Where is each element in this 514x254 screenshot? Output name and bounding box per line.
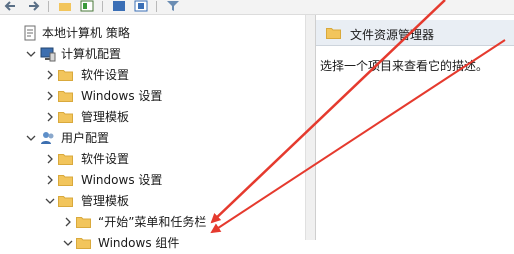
toolbar-separator	[156, 1, 157, 12]
folder-icon	[326, 28, 341, 39]
tree-label: “开始”菜单和任务栏	[98, 215, 207, 229]
forward-icon[interactable]	[26, 0, 40, 12]
tree-node-admin-templates[interactable]: 管理模板	[0, 107, 200, 128]
toolbar-separator	[102, 1, 103, 12]
chevron-right-icon[interactable]	[63, 212, 73, 233]
details-title: 文件资源管理器	[350, 28, 435, 42]
folder-icon	[58, 70, 73, 81]
tree-node-user-admin-templates[interactable]: 管理模板	[0, 191, 200, 212]
back-icon[interactable]	[4, 0, 18, 12]
pane-splitter[interactable]	[305, 15, 316, 240]
toolbar	[0, 0, 514, 15]
tree-node-windows-settings[interactable]: Windows 设置	[0, 86, 200, 107]
tree-node-software-settings[interactable]: 软件设置	[0, 65, 200, 86]
tree-node-user-config[interactable]: 用户配置	[0, 128, 200, 149]
show-hide-tree-icon[interactable]	[80, 0, 94, 12]
tree-node-computer-config[interactable]: 计算机配置	[0, 44, 200, 65]
users-icon	[41, 132, 54, 144]
chevron-right-icon[interactable]	[45, 149, 55, 170]
chevron-right-icon[interactable]	[45, 86, 55, 107]
tree-node-start-menu-taskbar[interactable]: “开始”菜单和任务栏	[0, 212, 240, 233]
console-tree: 本地计算机 策略 计算机配置 软件设置 Windows 设置 管理模板 用户配置…	[0, 15, 305, 250]
chevron-down-icon[interactable]	[45, 191, 55, 212]
tree-node-user-windows-settings[interactable]: Windows 设置	[0, 170, 200, 191]
policy-document-icon	[24, 25, 36, 41]
computer-icon	[40, 47, 56, 62]
chevron-right-icon[interactable]	[45, 107, 55, 128]
tree-label: 软件设置	[81, 152, 130, 166]
chevron-down-icon[interactable]	[63, 233, 73, 254]
tree-label: 管理模板	[81, 194, 130, 208]
chevron-right-icon[interactable]	[45, 170, 55, 191]
tree-node-windows-components[interactable]: Windows 组件	[0, 233, 240, 254]
tree-label: 管理模板	[81, 110, 130, 124]
tree-label-computer-config: 计算机配置	[61, 47, 122, 61]
details-header: 文件资源管理器	[316, 20, 514, 46]
properties-icon[interactable]	[134, 0, 148, 12]
folder-icon	[58, 154, 73, 165]
folder-open-icon	[76, 238, 91, 249]
help-icon[interactable]	[112, 0, 126, 12]
filter-icon[interactable]	[166, 0, 180, 12]
tree-node-user-software-settings[interactable]: 软件设置	[0, 149, 200, 170]
folder-icon	[58, 91, 73, 102]
details-pane: 文件资源管理器 选择一个项目来查看它的描述。	[316, 15, 514, 240]
details-description: 选择一个项目来查看它的描述。	[320, 59, 489, 73]
tree-label: Windows 设置	[81, 173, 163, 187]
chevron-down-icon[interactable]	[26, 128, 36, 149]
folder-icon	[76, 217, 91, 228]
tree-label: Windows 设置	[81, 89, 163, 103]
up-folder-icon[interactable]	[58, 0, 72, 12]
tree-label-user-config: 用户配置	[61, 131, 110, 145]
tree-label: Windows 组件	[98, 236, 180, 250]
tree-label: 软件设置	[81, 68, 130, 82]
folder-icon	[58, 112, 73, 123]
toolbar-separator	[48, 1, 49, 12]
folder-open-icon	[58, 196, 73, 207]
tree-node-root[interactable]: 本地计算机 策略	[0, 23, 200, 44]
chevron-down-icon[interactable]	[26, 44, 36, 65]
chevron-right-icon[interactable]	[45, 65, 55, 86]
tree-label-root: 本地计算机 策略	[42, 26, 130, 40]
folder-icon	[58, 175, 73, 186]
